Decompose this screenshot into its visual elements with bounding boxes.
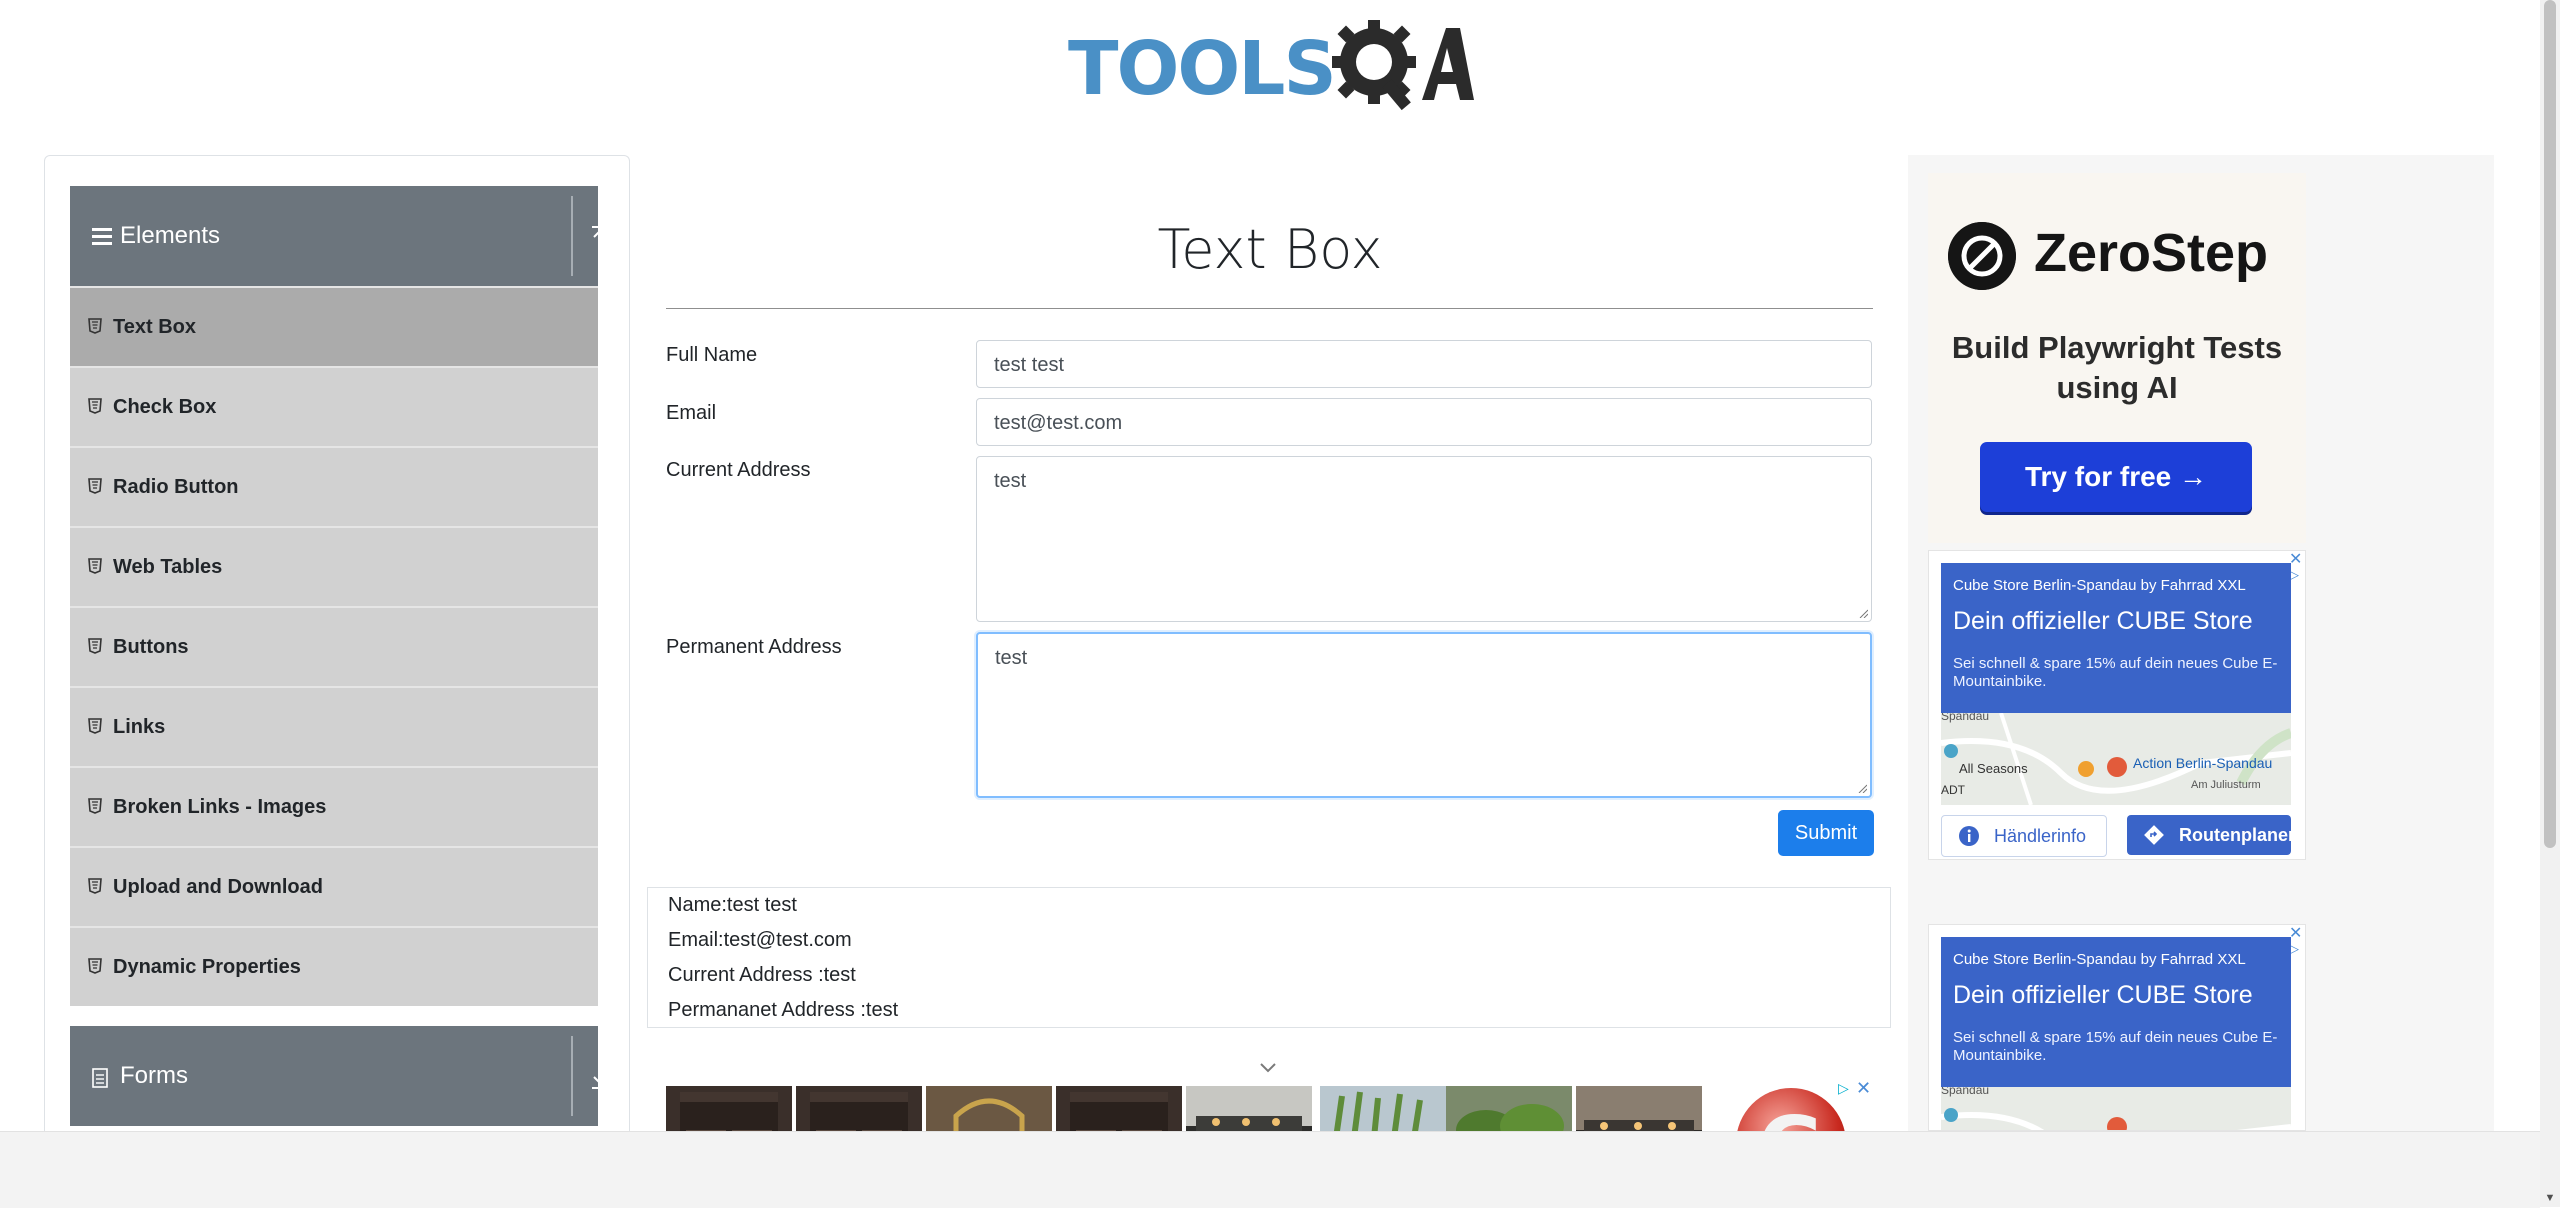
- email-label: Email: [666, 402, 717, 424]
- zerostep-logo-icon: [1948, 222, 2016, 290]
- cube-store-ad[interactable]: ✕ ▷ Cube Store Berlin-Spandau by Fahrrad…: [1928, 924, 2306, 1131]
- sidebar-group-elements[interactable]: Elements: [70, 186, 610, 286]
- resize-handle-icon[interactable]: [1857, 783, 1867, 793]
- permanent-address-value: test: [995, 647, 1028, 669]
- zerostep-name: ZeroStep: [2034, 223, 2269, 283]
- current-address-label: Current Address: [666, 459, 811, 481]
- sidebar-item-upload-download[interactable]: Upload and Download: [70, 846, 598, 926]
- output-current-address: Current Address :test: [668, 964, 856, 986]
- hamburger-icon: [92, 228, 112, 245]
- close-icon[interactable]: ✕: [1856, 1078, 1871, 1099]
- full-name-label: Full Name: [666, 344, 758, 366]
- cube-ad-header: Cube Store Berlin-Spandau by Fahrrad XXL…: [1941, 937, 2291, 1087]
- sidebar-item-dynamic-properties[interactable]: Dynamic Properties: [70, 926, 598, 1006]
- permanent-address-label: Permanent Address: [666, 636, 842, 658]
- map-label: All Seasons: [1959, 761, 2028, 776]
- sidebar-item-text-box[interactable]: Text Box: [70, 286, 598, 366]
- divider: [571, 1036, 573, 1116]
- map-label: Spandau: [1941, 713, 1990, 723]
- map-label: Action Berlin-Spandau: [2133, 1127, 2272, 1130]
- sidebar-item-label: Check Box: [113, 396, 217, 418]
- sidebar-item-check-box[interactable]: Check Box: [70, 366, 598, 446]
- full-name-input[interactable]: test test: [976, 340, 1872, 388]
- sidebar-item-label: Links: [113, 716, 166, 738]
- cube-store-ad[interactable]: ✕ ▷ Cube Store Berlin-Spandau by Fahrrad…: [1928, 550, 2306, 860]
- sidebar-item-radio-button[interactable]: Radio Button: [70, 446, 598, 526]
- bottom-ad-bar: [0, 1131, 2540, 1208]
- scroll-down-icon[interactable]: ▼: [2540, 1190, 2560, 1206]
- sidebar-item-label: Dynamic Properties: [113, 956, 301, 978]
- expand-down-icon[interactable]: [588, 1062, 614, 1092]
- sidebar-item-label: Broken Links - Images: [113, 796, 327, 818]
- sidebar-group-forms[interactable]: Forms: [70, 1026, 610, 1126]
- sidebar-item-label: Radio Button: [113, 476, 239, 498]
- email-input[interactable]: test@test.com: [976, 398, 1872, 446]
- submit-button[interactable]: Submit: [1778, 810, 1874, 856]
- current-address-value: test: [994, 470, 1027, 492]
- divider: [571, 196, 573, 276]
- haendlerinfo-label: Händlerinfo: [1994, 826, 2087, 846]
- map-label: Spandau: [1941, 1087, 1990, 1097]
- cube-brand: Cube Store Berlin-Spandau by Fahrrad XXL: [1953, 951, 2246, 968]
- collapse-up-icon[interactable]: [588, 222, 614, 252]
- html5-icon: [88, 478, 102, 494]
- close-icon[interactable]: ✕: [2289, 549, 2302, 569]
- routenplaner-label: Routenplaner: [2179, 825, 2296, 845]
- sidebar-item-web-tables[interactable]: Web Tables: [70, 526, 598, 606]
- logo-text-tools: TOOLS: [1068, 26, 1337, 112]
- info-icon: [1959, 826, 1979, 846]
- sidebar-item-label: Text Box: [113, 316, 196, 338]
- chevron-down-icon[interactable]: [1258, 1060, 1278, 1074]
- current-address-textarea[interactable]: test: [976, 456, 1872, 622]
- route-icon: [2144, 825, 2164, 845]
- sidebar-item-broken-links[interactable]: Broken Links - Images: [70, 766, 598, 846]
- html5-icon: [88, 638, 102, 654]
- html5-icon: [88, 398, 102, 414]
- try-for-free-button[interactable]: Try for free →: [1980, 442, 2252, 512]
- html5-icon: [88, 718, 102, 734]
- map-graphic: [1941, 1108, 2291, 1130]
- cube-text: Sei schnell & spare 15% auf dein neues C…: [1953, 1029, 2278, 1064]
- html5-icon: [88, 878, 102, 894]
- cube-title: Dein offizieller CUBE Store: [1953, 607, 2253, 635]
- html5-icon: [88, 318, 102, 334]
- cube-text: Sei schnell & spare 15% auf dein neues C…: [1953, 655, 2278, 690]
- html5-icon: [88, 798, 102, 814]
- map-label: ADT: [1941, 783, 1965, 797]
- cube-brand: Cube Store Berlin-Spandau by Fahrrad XXL: [1953, 577, 2246, 594]
- cube-map[interactable]: Spandau All Seasons Action Berlin-Spanda…: [1941, 713, 2291, 805]
- output-email: Email:test@test.com: [668, 929, 852, 951]
- routenplaner-button[interactable]: Routenplaner: [2127, 815, 2295, 855]
- sidebar-group-label: Elements: [120, 222, 221, 249]
- map-label: Action Berlin-Spandau: [2133, 755, 2273, 771]
- sidebar-item-links[interactable]: Links: [70, 686, 598, 766]
- html5-icon: [88, 558, 102, 574]
- permanent-address-textarea[interactable]: test: [976, 632, 1872, 798]
- output-permanent-address: Permananet Address :test: [668, 999, 899, 1021]
- full-name-value: test test: [994, 354, 1065, 376]
- email-value: test@test.com: [994, 412, 1123, 434]
- haendlerinfo-button[interactable]: Händlerinfo: [1941, 815, 2107, 857]
- document-icon: [92, 1068, 108, 1088]
- adchoices-icon[interactable]: ▷: [1838, 1080, 1849, 1097]
- title-divider: [666, 308, 1873, 309]
- output-name: Name:test test: [668, 894, 797, 916]
- gear-q-icon: [1332, 20, 1474, 111]
- scrollbar-thumb[interactable]: [2544, 0, 2556, 848]
- output-box: Name:test test Email:test@test.com Curre…: [647, 887, 1891, 1028]
- resize-handle-icon[interactable]: [1858, 608, 1868, 618]
- toolsqa-logo[interactable]: TOOLS: [1068, 18, 1474, 118]
- page-title: Text Box: [1157, 218, 1383, 281]
- sidebar-item-label: Upload and Download: [113, 876, 323, 898]
- sidebar-item-buttons[interactable]: Buttons: [70, 606, 598, 686]
- sidebar-group-label: Forms: [120, 1062, 188, 1089]
- sidebar-item-label: Web Tables: [113, 556, 223, 578]
- map-label: Am Juliusturm: [2191, 779, 2261, 791]
- cube-map[interactable]: Spandau Action Berlin-Spandau: [1941, 1087, 2291, 1130]
- sidebar-item-label: Buttons: [113, 636, 189, 658]
- cube-ad-header: Cube Store Berlin-Spandau by Fahrrad XXL…: [1941, 563, 2291, 713]
- zerostep-tagline: Build Playwright Tests using AI: [1951, 330, 2283, 405]
- html5-icon: [88, 958, 102, 974]
- cube-title: Dein offizieller CUBE Store: [1953, 981, 2253, 1009]
